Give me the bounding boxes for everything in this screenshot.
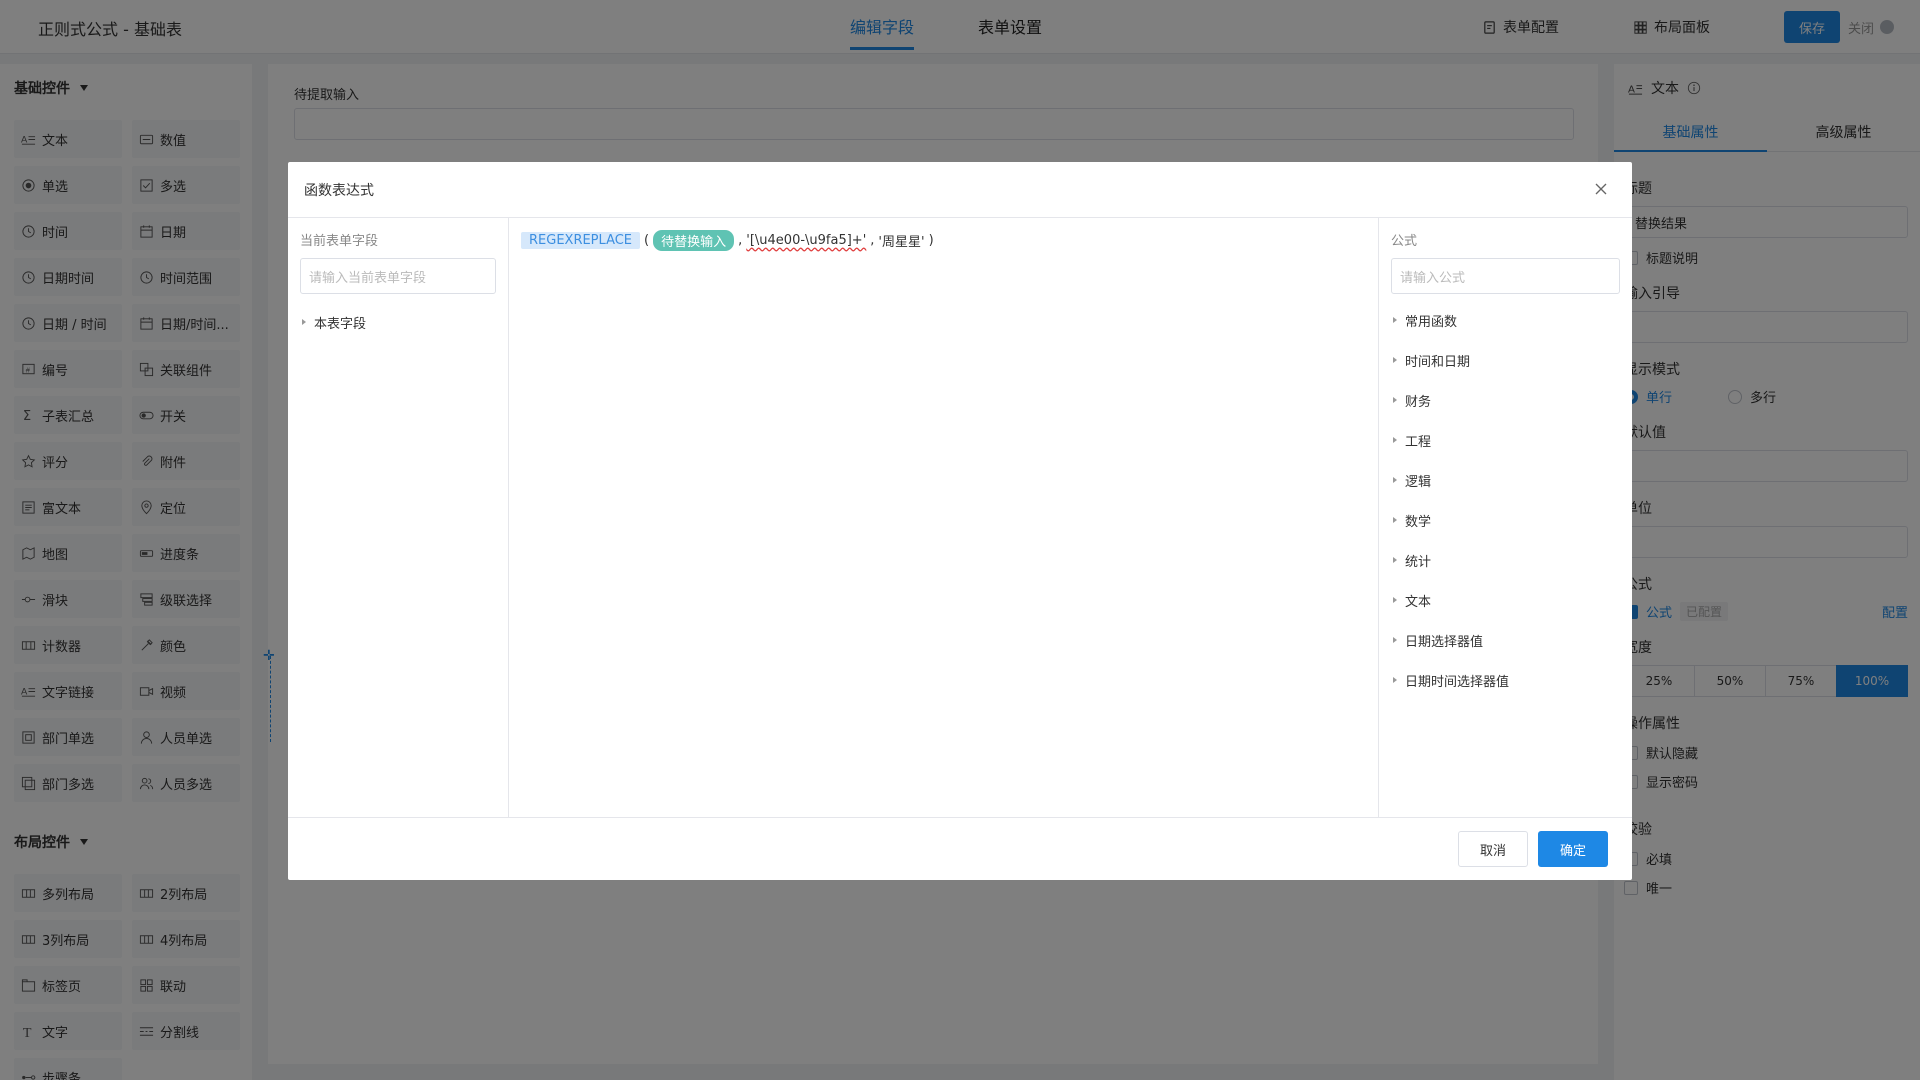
function-category-label: 日期选择器值: [1405, 634, 1484, 650]
dialog-footer: 取消 确定: [288, 818, 1632, 880]
function-category-item[interactable]: 文本: [1391, 580, 1620, 620]
function-category-item[interactable]: 数学: [1391, 500, 1620, 540]
function-category-item[interactable]: 日期时间选择器值: [1391, 660, 1620, 700]
function-category-label: 统计: [1405, 554, 1432, 570]
function-category-item[interactable]: 统计: [1391, 540, 1620, 580]
function-expression-dialog: 函数表达式 当前表单字段 请输入当前表单字段 本表字段 REGEXREPLACE…: [288, 162, 1632, 880]
cancel-button[interactable]: 取消: [1458, 831, 1528, 867]
caret-right-icon: [1393, 317, 1397, 323]
function-category-label: 时间和日期: [1405, 354, 1471, 370]
close-paren: ): [928, 232, 934, 248]
caret-right-icon: [1393, 597, 1397, 603]
confirm-button[interactable]: 确定: [1538, 831, 1608, 867]
function-category-label: 文本: [1405, 594, 1432, 610]
dialog-title: 函数表达式: [304, 182, 374, 199]
caret-right-icon: [1393, 397, 1397, 403]
function-category-label: 财务: [1405, 394, 1432, 410]
replace-argument: '周星星': [878, 234, 925, 250]
function-list-title: 公式: [1391, 234, 1418, 249]
function-categories: 常用函数时间和日期财务工程逻辑数学统计文本日期选择器值日期时间选择器值: [1391, 300, 1620, 700]
field-token[interactable]: 待替换输入: [653, 229, 735, 251]
function-category-item[interactable]: 常用函数: [1391, 300, 1620, 340]
expression-line: REGEXREPLACE ( 待替换输入 , '[\u4e00-\u9fa5]+…: [521, 228, 1366, 252]
function-category-label: 常用函数: [1405, 314, 1458, 330]
form-field-search-input[interactable]: 请输入当前表单字段: [300, 258, 496, 294]
tree-item-label: 本表字段: [314, 316, 367, 332]
dialog-header: 函数表达式: [288, 162, 1632, 218]
arg-separator: ,: [870, 232, 875, 248]
pattern-argument: '[\u4e00-\u9fa5]+': [746, 232, 867, 248]
caret-right-icon: [302, 319, 306, 325]
caret-right-icon: [1393, 517, 1397, 523]
function-category-item[interactable]: 财务: [1391, 380, 1620, 420]
caret-right-icon: [1393, 677, 1397, 683]
caret-right-icon: [1393, 477, 1397, 483]
form-fields-title: 当前表单字段: [300, 234, 379, 249]
open-paren: (: [644, 232, 650, 248]
function-category-label: 数学: [1405, 514, 1432, 530]
function-category-item[interactable]: 工程: [1391, 420, 1620, 460]
function-category-item[interactable]: 日期选择器值: [1391, 620, 1620, 660]
function-category-label: 工程: [1405, 434, 1432, 450]
function-category-item[interactable]: 逻辑: [1391, 460, 1620, 500]
tree-item-own-fields[interactable]: 本表字段: [300, 302, 496, 342]
form-fields-column: 当前表单字段 请输入当前表单字段 本表字段: [288, 218, 509, 817]
function-token[interactable]: REGEXREPLACE: [521, 231, 641, 249]
function-category-item[interactable]: 时间和日期: [1391, 340, 1620, 380]
caret-right-icon: [1393, 437, 1397, 443]
caret-right-icon: [1393, 557, 1397, 563]
function-list-column: 公式 请输入公式 常用函数时间和日期财务工程逻辑数学统计文本日期选择器值日期时间…: [1379, 218, 1632, 817]
arg-separator: ,: [738, 232, 743, 248]
caret-right-icon: [1393, 357, 1397, 363]
formula-search-input[interactable]: 请输入公式: [1391, 258, 1620, 294]
function-category-label: 日期时间选择器值: [1405, 674, 1510, 690]
caret-right-icon: [1393, 637, 1397, 643]
dialog-body: 当前表单字段 请输入当前表单字段 本表字段 REGEXREPLACE ( 待替换…: [288, 218, 1632, 818]
close-icon[interactable]: [1590, 178, 1612, 200]
function-category-label: 逻辑: [1405, 474, 1432, 490]
expression-editor[interactable]: REGEXREPLACE ( 待替换输入 , '[\u4e00-\u9fa5]+…: [509, 218, 1379, 817]
